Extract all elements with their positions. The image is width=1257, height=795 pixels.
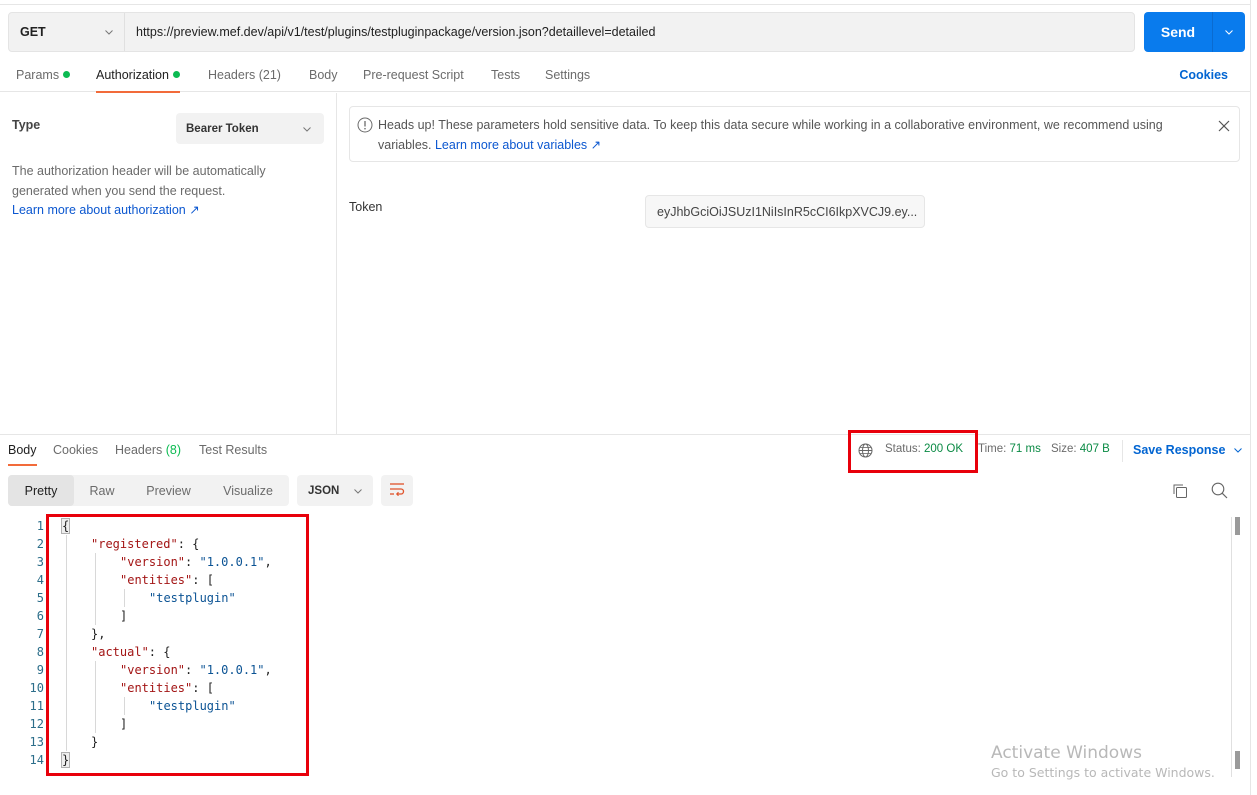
tab-label: Headers <box>208 68 256 82</box>
line-number: 4 <box>36 573 44 587</box>
tab-count: (21) <box>258 68 281 82</box>
line-number: 5 <box>36 591 44 605</box>
tab-count: (8) <box>165 443 182 457</box>
learn-more-authorization-link[interactable]: Learn more about authorization ↗ <box>12 202 200 217</box>
type-label: Type <box>12 118 41 132</box>
auth-description: The authorization header will be automat… <box>12 164 266 198</box>
response-divider <box>0 434 1250 435</box>
response-tab-test-results[interactable]: Test Results <box>199 443 267 457</box>
close-icon[interactable] <box>1217 119 1231 133</box>
chevron-down-icon <box>353 486 363 496</box>
tab-label: Params <box>16 68 60 82</box>
chevron-down-icon <box>104 27 114 37</box>
line-number: 10 <box>29 681 44 695</box>
format-select[interactable]: JSON <box>297 475 373 506</box>
watermark-title: Activate Windows <box>991 743 1142 763</box>
chevron-down-icon <box>1233 445 1243 455</box>
status-dot <box>172 71 180 78</box>
tab-label: Cookies <box>53 443 99 457</box>
copy-icon[interactable] <box>1172 483 1188 499</box>
tab-headers[interactable]: Headers (21) <box>208 68 281 82</box>
line-number: 14 <box>29 753 44 767</box>
size-info: Size: 407 B <box>1051 443 1110 455</box>
time-info: Time: 71 ms <box>978 443 1041 455</box>
info-icon <box>357 117 373 133</box>
line-number: 2 <box>36 537 44 551</box>
heads-up-text: Heads up! These parameters hold sensitiv… <box>378 115 1198 155</box>
response-tab-body[interactable]: Body <box>8 443 37 466</box>
line-number: 7 <box>36 627 44 641</box>
line-number: 9 <box>36 663 44 677</box>
status-dot <box>63 71 71 78</box>
send-options-button[interactable] <box>1213 27 1245 37</box>
wrap-lines-button[interactable] <box>381 475 413 506</box>
url-input[interactable]: https://preview.mef.dev/api/v1/test/plug… <box>125 25 655 39</box>
status-highlight-box <box>848 430 978 473</box>
line-number: 6 <box>36 609 44 623</box>
tab-pre-request-script[interactable]: Pre-request Script <box>363 68 464 82</box>
tab-tests[interactable]: Tests <box>491 68 520 82</box>
scrollbar-thumb[interactable] <box>1235 751 1240 769</box>
separator <box>1122 440 1123 462</box>
format-value: JSON <box>308 484 340 497</box>
line-number: 11 <box>29 699 44 713</box>
line-number: 3 <box>36 555 44 569</box>
right-border <box>1250 0 1251 795</box>
auth-type-panel: Type Bearer Token The authorization head… <box>0 93 337 434</box>
size-label: Size: <box>1051 443 1077 455</box>
save-response-button[interactable]: Save Response <box>1133 443 1243 457</box>
method-value: GET <box>20 25 46 39</box>
learn-more-variables-link[interactable]: Learn more about variables ↗ <box>435 138 601 152</box>
watermark-subtitle: Go to Settings to activate Windows. <box>991 765 1215 780</box>
send-button-group: Send <box>1144 12 1245 52</box>
send-button[interactable]: Send <box>1144 24 1212 40</box>
top-border <box>0 4 1250 5</box>
token-label: Token <box>349 200 383 214</box>
token-input[interactable]: eyJhbGciOiJSUzI1NiIsInR5cCI6IkpXVCJ9.ey.… <box>645 195 925 228</box>
auth-type-value: Bearer Token <box>186 122 259 135</box>
tab-label: Tests <box>491 68 521 82</box>
chevron-down-icon <box>1224 27 1234 37</box>
view-visualize-button[interactable]: Visualize <box>207 475 289 506</box>
line-number: 13 <box>29 735 44 749</box>
tab-label: Test Results <box>199 443 268 457</box>
response-tab-headers[interactable]: Headers (8) <box>115 443 181 457</box>
line-number: 1 <box>36 519 44 533</box>
tab-settings[interactable]: Settings <box>545 68 590 82</box>
save-response-label: Save Response <box>1133 443 1226 457</box>
time-value: 71 ms <box>1009 443 1041 455</box>
active-tab-indicator <box>8 464 37 466</box>
request-tabs: Params Authorization Headers (21) Body P… <box>0 62 1250 93</box>
tab-body[interactable]: Body <box>309 68 338 82</box>
tab-label: Authorization <box>96 68 169 82</box>
method-select[interactable]: GET <box>9 13 125 51</box>
response-tab-cookies[interactable]: Cookies <box>53 443 98 457</box>
tab-label: Settings <box>545 68 591 82</box>
body-highlight-box <box>46 514 309 776</box>
view-mode-toggle: Pretty Raw Preview Visualize <box>8 475 289 506</box>
search-icon[interactable] <box>1211 482 1228 499</box>
heads-up-banner: Heads up! These parameters hold sensitiv… <box>349 106 1240 162</box>
tab-label: Body <box>8 443 37 457</box>
tab-label: Pre-request Script <box>363 68 464 82</box>
scrollbar-thumb[interactable] <box>1235 517 1240 535</box>
line-number: 8 <box>36 645 44 659</box>
cookies-link[interactable]: Cookies <box>1179 68 1228 82</box>
chevron-down-icon <box>302 124 312 134</box>
view-pretty-button[interactable]: Pretty <box>8 475 74 506</box>
url-bar: GET https://preview.mef.dev/api/v1/test/… <box>8 12 1135 52</box>
windows-activation-watermark: Activate Windows Go to Settings to activ… <box>991 742 1215 782</box>
time-label: Time: <box>978 443 1007 455</box>
view-preview-button[interactable]: Preview <box>130 475 207 506</box>
tab-params[interactable]: Params <box>16 68 71 82</box>
size-value: 407 B <box>1079 443 1110 455</box>
tab-authorization[interactable]: Authorization <box>96 68 180 93</box>
auth-type-select[interactable]: Bearer Token <box>176 113 324 144</box>
line-number: 12 <box>29 717 44 731</box>
wrap-lines-icon <box>389 482 405 499</box>
editor-scrollbar[interactable] <box>1231 517 1243 777</box>
tab-label: Body <box>309 68 338 82</box>
tab-label: Headers <box>115 443 163 457</box>
view-raw-button[interactable]: Raw <box>74 475 130 506</box>
